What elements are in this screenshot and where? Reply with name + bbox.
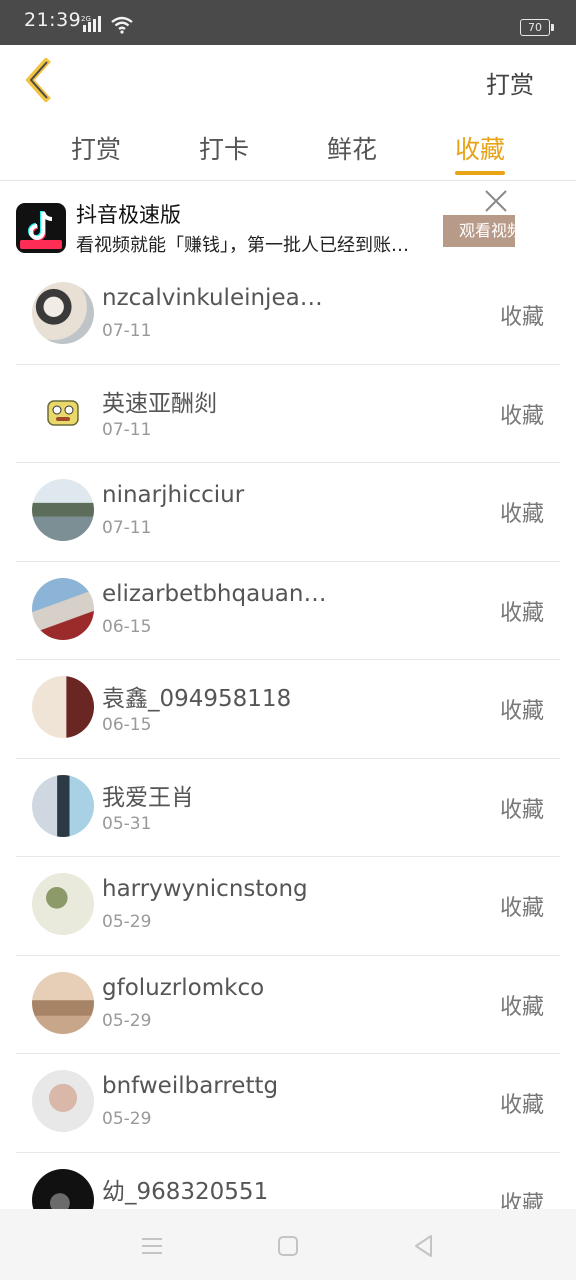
- watch-video-button[interactable]: 观看视频: [443, 215, 515, 247]
- item-date: 06-15: [102, 715, 152, 735]
- douyin-app-icon: [16, 203, 66, 253]
- back-icon[interactable]: [409, 1231, 439, 1261]
- active-tab-indicator: [455, 171, 505, 175]
- item-date: 07-11: [102, 321, 152, 341]
- item-action: 收藏: [499, 600, 544, 626]
- user-name: 英速亚酬剡: [102, 390, 217, 417]
- item-date: 07-11: [102, 518, 152, 538]
- list-item[interactable]: ninarjhicciur 07-11 收藏: [16, 463, 560, 562]
- wifi-icon: [111, 16, 133, 34]
- system-nav-bar: [0, 1209, 576, 1280]
- user-name: 幼_968320551: [102, 1178, 269, 1205]
- tab-checkin[interactable]: 打卡: [174, 130, 274, 166]
- tab-favorites[interactable]: 收藏: [430, 130, 530, 166]
- back-chevron-icon[interactable]: [22, 58, 62, 102]
- reward-link[interactable]: 打赏: [486, 65, 534, 100]
- list-item[interactable]: 我爱王肖 05-31 收藏: [16, 759, 560, 857]
- user-name: ninarjhicciur: [102, 482, 245, 508]
- menu-icon[interactable]: [137, 1231, 167, 1261]
- item-action: 收藏: [499, 403, 544, 429]
- avatar: [32, 873, 94, 935]
- cartoon-face-icon: [47, 399, 79, 426]
- avatar: [32, 577, 94, 640]
- item-action: 收藏: [499, 305, 544, 330]
- ad-banner[interactable]: 抖音极速版 看视频就能「赚钱」，第一批人已经到账… 观看视频: [0, 181, 576, 271]
- signal-icon: 2G: [81, 15, 101, 32]
- app-badge: [20, 240, 62, 249]
- battery-icon: 70: [520, 19, 554, 36]
- item-action: 收藏: [499, 896, 544, 921]
- list-item[interactable]: harrywynicnstong 05-29 收藏: [16, 857, 560, 956]
- item-action: 收藏: [499, 797, 544, 823]
- list-item[interactable]: bnfweilbarrettg 05-29 收藏: [16, 1054, 560, 1153]
- list-item[interactable]: 英速亚酬剡 07-11 收藏: [16, 365, 560, 463]
- avatar: [32, 380, 94, 443]
- avatar: [32, 971, 94, 1034]
- item-date: 05-29: [102, 1010, 152, 1031]
- tab-bar: 打赏 打卡 鲜花 收藏: [0, 118, 576, 181]
- item-date: 05-31: [102, 813, 152, 834]
- status-bar: 21:39 2G 70: [0, 0, 576, 45]
- tab-reward[interactable]: 打赏: [46, 130, 146, 166]
- user-name: 袁鑫_094958118: [102, 686, 292, 712]
- item-action: 收藏: [499, 1093, 544, 1118]
- user-name: bnfweilbarrettg: [102, 1073, 279, 1099]
- avatar: [32, 1070, 94, 1132]
- item-date: 05-29: [102, 912, 152, 932]
- avatar: [32, 676, 94, 738]
- list-item[interactable]: elizarbetbhqauan… 06-15 收藏: [16, 562, 560, 660]
- avatar: [32, 774, 94, 837]
- item-action: 收藏: [499, 699, 544, 724]
- item-action: 收藏: [499, 994, 544, 1020]
- item-date: 06-15: [102, 616, 152, 637]
- status-time: 21:39: [24, 9, 82, 31]
- avatar: [32, 282, 94, 344]
- list-item[interactable]: 袁鑫_094958118 06-15 收藏: [16, 660, 560, 759]
- svg-text:2G: 2G: [81, 15, 91, 23]
- list-item[interactable]: nzcalvinkuleinjea… 07-11 收藏: [16, 266, 560, 365]
- avatar: [32, 479, 94, 541]
- user-name: nzcalvinkuleinjea…: [102, 285, 323, 311]
- user-name: elizarbetbhqauan…: [102, 580, 327, 607]
- user-name: 我爱王肖: [102, 784, 194, 811]
- ad-description: 看视频就能「赚钱」，第一批人已经到账…: [76, 235, 409, 256]
- close-icon[interactable]: [482, 187, 510, 215]
- item-date: 05-29: [102, 1109, 152, 1129]
- home-icon[interactable]: [273, 1231, 303, 1261]
- item-action: 收藏: [499, 502, 544, 527]
- favorites-list: nzcalvinkuleinjea… 07-11 收藏 英速亚酬剡 07-11 …: [16, 266, 560, 1251]
- user-name: gfoluzrlomkco: [102, 974, 265, 1001]
- list-item[interactable]: gfoluzrlomkco 05-29 收藏: [16, 956, 560, 1054]
- tab-flowers[interactable]: 鲜花: [302, 130, 402, 166]
- item-date: 07-11: [102, 419, 152, 440]
- user-name: harrywynicnstong: [102, 876, 308, 902]
- ad-title: 抖音极速版: [76, 203, 181, 227]
